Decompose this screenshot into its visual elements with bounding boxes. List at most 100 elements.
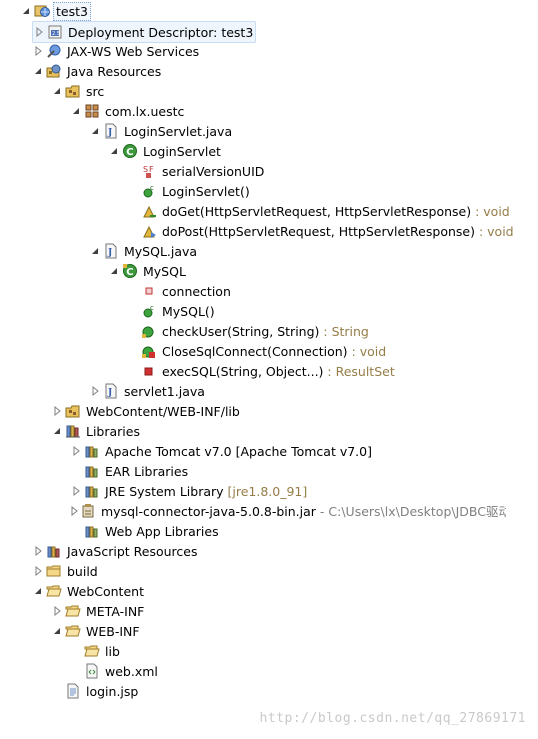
class-icon: C (122, 263, 138, 279)
tree-item-label: WebContent (67, 583, 144, 599)
expanded-arrow-icon[interactable] (20, 1, 32, 21)
collapsed-arrow-icon[interactable] (51, 601, 63, 621)
collapsed-arrow-icon[interactable] (70, 481, 82, 501)
xml-file-icon (84, 663, 100, 679)
tree-item-label: MySQL (143, 263, 186, 279)
tree-item-doget[interactable]: doGet(HttpServletRequest, HttpServletRes… (141, 201, 512, 221)
tree-item-web-inf[interactable]: WEB-INF (51, 621, 142, 641)
collapsed-arrow-icon[interactable] (70, 441, 82, 461)
tree-item-src[interactable]: src (51, 81, 106, 101)
constructor-icon: c (141, 303, 157, 319)
tree-item-loginservlet-java[interactable]: J LoginServlet.java (89, 121, 234, 141)
tree-item-label: LoginServlet() (162, 183, 250, 199)
expanded-arrow-icon[interactable] (32, 61, 44, 81)
folder-open-icon (65, 623, 81, 639)
collapsed-arrow-icon[interactable] (89, 381, 101, 401)
tree-item-execsql[interactable]: execSQL(String, Object...) : ResultSet (141, 361, 397, 381)
method-signature: doPost(HttpServletRequest, HttpServletRe… (162, 223, 475, 239)
expanded-arrow-icon[interactable] (51, 421, 63, 441)
library-icon (84, 523, 100, 539)
class-icon: C (122, 143, 138, 159)
tree-item-connection[interactable]: connection (141, 281, 233, 301)
tree-item-web-app-libraries[interactable]: Web App Libraries (84, 521, 221, 541)
method-signature: doGet(HttpServletRequest, HttpServletRes… (162, 203, 472, 219)
collapsed-arrow-icon[interactable] (32, 541, 44, 561)
tree-item-deployment-descriptor[interactable]: 2.5 Deployment Descriptor: test3 (32, 21, 257, 43)
library-folder-icon (65, 403, 81, 419)
web-project-icon (34, 3, 50, 19)
tree-item-label: servlet1.java (124, 383, 205, 399)
public-method-icon (141, 343, 157, 359)
tree-item-ear-libraries[interactable]: EAR Libraries (84, 461, 190, 481)
tree-item-webcontent[interactable]: WebContent (32, 581, 146, 601)
tree-item-label: Java Resources (67, 63, 162, 79)
tree-item-java-resources[interactable]: Java Resources (32, 61, 163, 81)
tree-item-label: Web App Libraries (105, 523, 219, 539)
tree-item-lib[interactable]: lib (84, 641, 122, 661)
tree-item-label: EAR Libraries (105, 463, 189, 479)
svg-text:J: J (107, 248, 112, 258)
tree-item-label: build (67, 563, 98, 579)
expanded-arrow-icon[interactable] (108, 261, 120, 281)
expanded-arrow-icon[interactable] (70, 101, 82, 121)
tree-item-closesqlconnect[interactable]: CloseSqlConnect(Connection) : void (141, 341, 388, 361)
expanded-arrow-icon[interactable] (51, 81, 63, 101)
folder-open-icon (46, 583, 62, 599)
expanded-arrow-icon[interactable] (51, 621, 63, 641)
tree-item-checkuser[interactable]: checkUser(String, String) : String (141, 321, 371, 341)
java-file-icon: J (103, 123, 119, 139)
tree-item-meta-inf[interactable]: META-INF (51, 601, 146, 621)
source-folder-icon (65, 83, 81, 99)
java-file-icon: J (103, 383, 119, 399)
tree-item-libraries[interactable]: Libraries (51, 421, 142, 441)
tree-item-label: connection (162, 283, 231, 299)
tree-item-javascript-resources[interactable]: JavaScript Resources (32, 541, 199, 561)
svg-text:J: J (107, 128, 112, 138)
tree-item-mysql-connector-jar[interactable]: mysql-connector-java-5.0.8-bin.jar - C:\… (70, 501, 506, 521)
tree-item-mysql-java[interactable]: J MySQL.java (89, 241, 199, 261)
expanded-arrow-icon[interactable] (108, 141, 120, 161)
java-resources-icon (46, 63, 62, 79)
expanded-arrow-icon[interactable] (89, 121, 101, 141)
tree-item-jax-ws[interactable]: JAX-WS Web Services (32, 41, 201, 61)
constructor-icon: c (141, 183, 157, 199)
tree-item-label: LoginServlet (143, 143, 221, 159)
tree-item-label: Deployment Descriptor: test3 (68, 24, 254, 40)
tree-item-dopost[interactable]: doPost(HttpServletRequest, HttpServletRe… (141, 221, 516, 241)
tree-item-loginservlet-constructor[interactable]: c LoginServlet() (141, 181, 252, 201)
tree-item-serialversionuid[interactable]: SF serialVersionUID (141, 161, 266, 181)
collapsed-arrow-icon[interactable] (70, 501, 78, 521)
tree-item-label: CloseSqlConnect(Connection) : void (160, 343, 388, 360)
deployment-descriptor-icon: 2.5 (47, 24, 63, 40)
tree-item-login-jsp[interactable]: login.jsp (65, 681, 140, 701)
private-method-icon (141, 363, 157, 379)
tree-item-test3[interactable]: test3 (20, 1, 91, 21)
tree-item-webcontent-lib[interactable]: WebContent/WEB-INF/lib (51, 401, 242, 421)
return-type: : void (471, 203, 510, 219)
collapsed-arrow-icon[interactable] (51, 401, 63, 421)
tree-item-jre-system-library[interactable]: JRE System Library [jre1.8.0_91] (70, 481, 309, 501)
tree-item-label: execSQL(String, Object...) : ResultSet (160, 363, 397, 380)
tree-item-mysql-constructor[interactable]: c MySQL() (141, 301, 217, 321)
tree-item-mysql-class[interactable]: C MySQL (108, 261, 188, 281)
library-icon (84, 443, 100, 459)
tree-item-label: serialVersionUID (162, 163, 265, 179)
method-signature: CloseSqlConnect(Connection) (162, 343, 348, 359)
tree-item-loginservlet-class[interactable]: C LoginServlet (108, 141, 223, 161)
collapsed-arrow-icon[interactable] (32, 41, 44, 61)
expanded-arrow-icon[interactable] (32, 581, 44, 601)
collapsed-arrow-icon[interactable] (33, 22, 45, 42)
tree-item-label: Libraries (86, 423, 140, 439)
svg-text:S: S (143, 165, 148, 174)
collapsed-arrow-icon[interactable] (32, 561, 44, 581)
tree-item-label: src (86, 83, 105, 99)
tree-item-label: test3 (53, 1, 91, 21)
tree-item-package[interactable]: com.lx.uestc (70, 101, 186, 121)
library-icon (84, 483, 100, 499)
tree-item-apache-tomcat[interactable]: Apache Tomcat v7.0 [Apache Tomcat v7.0] (70, 441, 374, 461)
tree-item-label: web.xml (105, 663, 158, 679)
tree-item-web-xml[interactable]: web.xml (84, 661, 160, 681)
tree-item-servlet1-java[interactable]: J servlet1.java (89, 381, 207, 401)
expanded-arrow-icon[interactable] (89, 241, 101, 261)
tree-item-build[interactable]: build (32, 561, 100, 581)
